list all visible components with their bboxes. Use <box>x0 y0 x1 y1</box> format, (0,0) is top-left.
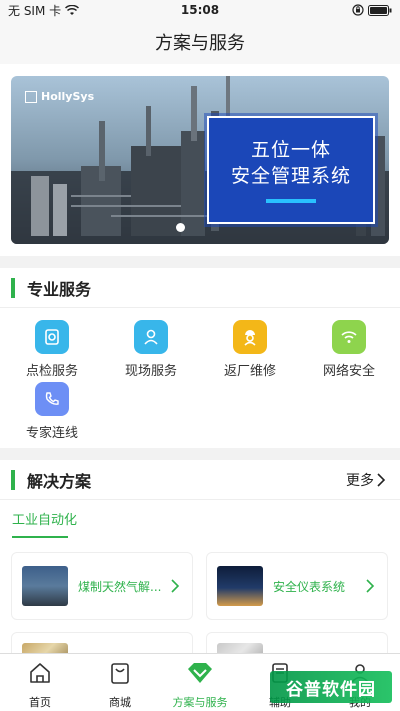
hollysys-logo-mark <box>25 90 37 103</box>
solution-tabs: 工业自动化 <box>0 500 400 538</box>
section-accent-bar <box>11 469 15 490</box>
tab-label: 方案与服务 <box>172 696 228 709</box>
service-grid: 点检服务 现场服务 返厂维修 网络安全 专家连线 <box>0 308 400 444</box>
solution-card-title: 煤制天然气解... <box>78 579 162 594</box>
banner-headline-line1: 五位一体 <box>250 139 331 161</box>
more-link[interactable]: 更多 <box>346 470 386 490</box>
service-label: 现场服务 <box>124 364 177 379</box>
solution-card-title: 安全仪表系统 <box>273 579 346 594</box>
service-item-network-security[interactable]: 网络安全 <box>302 320 396 382</box>
orientation-lock-icon <box>352 4 364 16</box>
banner-section: HollySys 五位一体 安全管理系统 <box>0 64 400 256</box>
status-right <box>352 4 392 16</box>
banner-carousel[interactable]: HollySys 五位一体 安全管理系统 <box>11 76 389 244</box>
service-label: 网络安全 <box>322 364 375 379</box>
section-accent-bar <box>11 277 15 298</box>
tab-label: 商城 <box>109 696 131 709</box>
battery-icon <box>368 4 392 16</box>
service-label: 返厂维修 <box>223 364 276 379</box>
chevron-right-icon <box>377 472 386 487</box>
status-left: 无 SIM 卡 <box>8 2 80 19</box>
service-item-expert-call[interactable]: 专家连线 <box>5 382 99 444</box>
carousel-indicator-dot[interactable] <box>176 223 185 232</box>
inspection-icon <box>35 320 69 354</box>
solution-card[interactable]: 安全仪表系统 <box>206 552 388 620</box>
banner-headline-panel: 五位一体 安全管理系统 <box>207 116 375 224</box>
professional-services-title: 专业服务 <box>27 279 92 299</box>
home-icon <box>27 660 53 686</box>
professional-services-section: 专业服务 点检服务 现场服务 返厂维修 网络安全 专家连线 <box>0 268 400 448</box>
more-label: 更多 <box>346 472 374 489</box>
solution-card[interactable]: 煤制天然气解... <box>11 552 193 620</box>
banner-headline-line2: 安全管理系统 <box>230 165 351 187</box>
professional-services-header: 专业服务 <box>0 268 400 308</box>
solutions-title: 解决方案 <box>27 471 92 491</box>
shopping-bag-icon <box>107 660 133 686</box>
solutions-header: 解决方案 更多 <box>0 460 400 500</box>
hollysys-logo: HollySys <box>25 90 94 103</box>
chevron-right-icon <box>366 579 375 593</box>
diamond-icon <box>187 660 213 686</box>
watermark: 谷普软件园 <box>270 671 392 703</box>
nav-bar: 方案与服务 <box>0 20 400 64</box>
solution-thumbnail <box>217 566 263 606</box>
tab-industrial-automation[interactable]: 工业自动化 <box>12 509 78 538</box>
tab-underline <box>12 535 68 538</box>
page-title: 方案与服务 <box>155 33 245 54</box>
phone-icon <box>35 382 69 416</box>
onsite-icon <box>134 320 168 354</box>
service-item-repair[interactable]: 返厂维修 <box>203 320 297 382</box>
service-label: 专家连线 <box>25 426 78 441</box>
wifi-signal-icon <box>65 4 80 15</box>
tab-solutions-services[interactable]: 方案与服务 <box>160 654 240 711</box>
carrier-label: 无 SIM 卡 <box>8 3 62 18</box>
chevron-right-icon <box>171 579 180 593</box>
repair-icon <box>233 320 267 354</box>
tab-mall[interactable]: 商城 <box>80 654 160 711</box>
hollysys-logo-text: HollySys <box>41 90 95 103</box>
service-item-inspection[interactable]: 点检服务 <box>5 320 99 382</box>
tab-home[interactable]: 首页 <box>0 654 80 711</box>
tab-label: 工业自动化 <box>12 512 78 528</box>
solution-thumbnail <box>22 566 68 606</box>
service-label: 点检服务 <box>25 364 78 379</box>
tab-label: 首页 <box>29 696 51 709</box>
wifi-icon <box>332 320 366 354</box>
status-bar: 无 SIM 卡 15:08 <box>0 0 400 20</box>
service-item-onsite[interactable]: 现场服务 <box>104 320 198 382</box>
banner-accent-bar <box>266 199 316 203</box>
